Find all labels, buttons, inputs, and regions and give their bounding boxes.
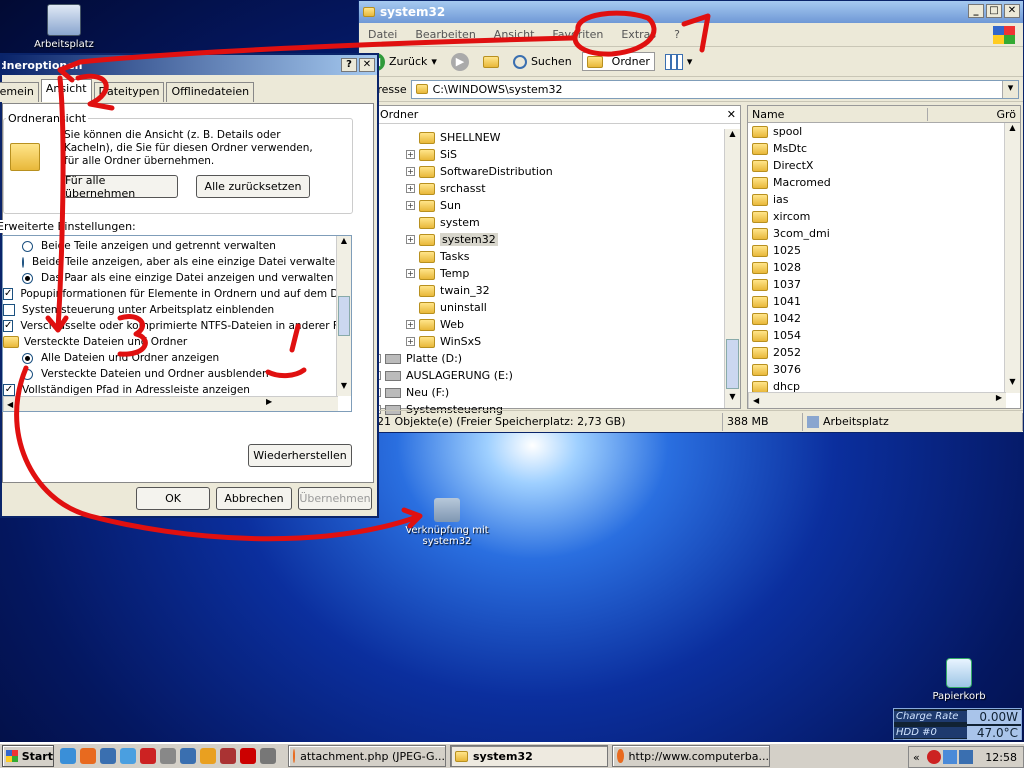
number-3-stroke — [117, 314, 148, 357]
task-system32[interactable]: system32 — [450, 745, 608, 767]
red-annotations — [14, 10, 711, 542]
start-button[interactable]: Start — [2, 745, 54, 767]
explorer-icon[interactable] — [120, 748, 136, 764]
wireless-icon[interactable] — [220, 748, 236, 764]
firefox-icon — [293, 749, 296, 763]
tray-icon[interactable] — [927, 750, 941, 764]
tray-icon[interactable] — [959, 750, 973, 764]
arrow-1 — [57, 35, 575, 83]
arrow-3 — [14, 365, 423, 542]
tray-icon[interactable] — [943, 750, 957, 764]
folder-icon — [455, 750, 468, 762]
misc-icon[interactable] — [260, 748, 276, 764]
arrow-2 — [45, 75, 69, 333]
firefox-icon — [617, 749, 624, 763]
firefox-icon[interactable] — [80, 748, 96, 764]
chevron-left-icon[interactable]: « — [913, 751, 920, 764]
record-icon[interactable] — [160, 748, 176, 764]
thunderbird-icon[interactable] — [100, 748, 116, 764]
exclamation-stroke — [289, 323, 301, 353]
system-tray: « 12:58 — [908, 746, 1024, 768]
task-attachment[interactable]: attachment.php (JPEG-G... — [288, 745, 446, 767]
task-label: system32 — [473, 749, 533, 763]
app-icon[interactable] — [240, 748, 256, 764]
number-1-stroke — [681, 13, 711, 53]
ie-icon[interactable] — [60, 748, 76, 764]
start-label: Start — [21, 749, 53, 763]
task-browser[interactable]: http://www.computerba... — [612, 745, 770, 767]
quick-launch — [60, 748, 276, 764]
clock: 12:58 — [985, 750, 1017, 764]
number-2-stroke — [75, 73, 115, 111]
tools-icon[interactable] — [200, 748, 216, 764]
exclamation-dot — [265, 367, 307, 379]
task-label: http://www.computerba... — [628, 749, 769, 763]
windows-logo-icon — [6, 750, 18, 762]
media-icon[interactable] — [140, 748, 156, 764]
extras-circle — [572, 10, 657, 57]
player-icon[interactable] — [180, 748, 196, 764]
taskbar: Start attachment.php (JPEG-G... system32… — [0, 742, 1024, 768]
task-label: attachment.php (JPEG-G... — [300, 749, 445, 763]
